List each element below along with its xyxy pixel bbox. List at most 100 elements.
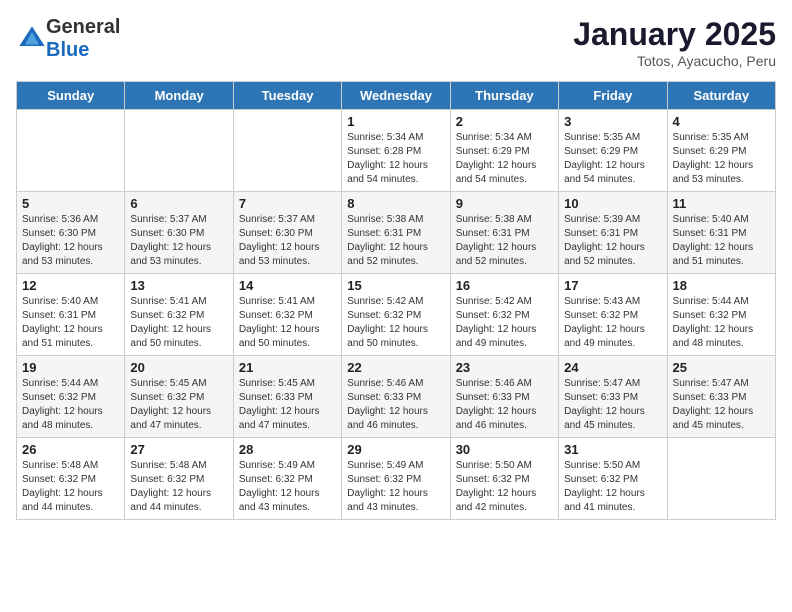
calendar-cell: 8 Sunrise: 5:38 AM Sunset: 6:31 PM Daylig… [342,192,450,274]
calendar-cell: 26 Sunrise: 5:48 AM Sunset: 6:32 PM Dayli… [17,438,125,520]
calendar-cell: 28 Sunrise: 5:49 AM Sunset: 6:32 PM Dayli… [233,438,341,520]
calendar-cell: 19Sunrise: 5:44 AM Sunset: 6:32 PM Dayli… [17,356,125,438]
day-number: 19 [22,360,119,375]
day-number: 27 [130,442,227,457]
calendar-cell: 5 Sunrise: 5:36 AM Sunset: 6:30 PM Daylig… [17,192,125,274]
day-info: Sunrise: 5:41 AM Sunset: 6:32 PM Dayligh… [239,295,336,351]
day-info: Sunrise: 5:44 AM Sunset: 6:32 PM Dayligh… [673,295,770,351]
calendar-cell [17,110,125,192]
day-number: 4 [673,114,770,129]
day-info: Sunrise: 5:39 AM Sunset: 6:31 PM Dayligh… [564,213,661,269]
calendar-cell: 9 Sunrise: 5:38 AM Sunset: 6:31 PM Daylig… [450,192,558,274]
calendar-cell: 17 Sunrise: 5:43 AM Sunset: 6:32 PM Dayli… [559,274,667,356]
day-number: 24 [564,360,661,375]
calendar-cell: 29 Sunrise: 5:49 AM Sunset: 6:32 PM Dayli… [342,438,450,520]
calendar-cell: 16 Sunrise: 5:42 AM Sunset: 6:32 PM Dayli… [450,274,558,356]
day-info: Sunrise: 5:42 AM Sunset: 6:32 PM Dayligh… [456,295,553,351]
day-info: Sunrise: 5:40 AM Sunset: 6:31 PM Dayligh… [22,295,119,351]
day-info: Sunrise: 5:47 AM Sunset: 6:33 PM Dayligh… [673,377,770,433]
day-number: 8 [347,196,444,211]
day-number: 25 [673,360,770,375]
day-number: 29 [347,442,444,457]
day-number: 16 [456,278,553,293]
calendar-cell: 14 Sunrise: 5:41 AM Sunset: 6:32 PM Dayli… [233,274,341,356]
day-info: Sunrise: 5:34 AM Sunset: 6:29 PM Dayligh… [456,131,553,187]
calendar-week-row: 1 Sunrise: 5:34 AM Sunset: 6:28 PM Daylig… [17,110,776,192]
day-number: 28 [239,442,336,457]
calendar-header: SundayMondayTuesdayWednesdayThursdayFrid… [17,82,776,110]
logo-blue: Blue [46,39,89,61]
calendar-cell: 31Sunrise: 5:50 AM Sunset: 6:32 PM Dayli… [559,438,667,520]
day-of-week-header: Monday [125,82,233,110]
day-info: Sunrise: 5:40 AM Sunset: 6:31 PM Dayligh… [673,213,770,269]
day-number: 11 [673,196,770,211]
calendar-cell: 15Sunrise: 5:42 AM Sunset: 6:32 PM Dayli… [342,274,450,356]
day-info: Sunrise: 5:36 AM Sunset: 6:30 PM Dayligh… [22,213,119,269]
day-number: 17 [564,278,661,293]
calendar-cell: 24Sunrise: 5:47 AM Sunset: 6:33 PM Dayli… [559,356,667,438]
page-header: General Blue January 2025 Totos, Ayacuch… [16,16,776,69]
day-of-week-header: Friday [559,82,667,110]
calendar-cell: 30Sunrise: 5:50 AM Sunset: 6:32 PM Dayli… [450,438,558,520]
day-info: Sunrise: 5:35 AM Sunset: 6:29 PM Dayligh… [673,131,770,187]
calendar-body: 1 Sunrise: 5:34 AM Sunset: 6:28 PM Daylig… [17,110,776,520]
calendar-cell [125,110,233,192]
day-number: 5 [22,196,119,211]
day-info: Sunrise: 5:45 AM Sunset: 6:32 PM Dayligh… [130,377,227,433]
calendar-week-row: 5 Sunrise: 5:36 AM Sunset: 6:30 PM Daylig… [17,192,776,274]
day-info: Sunrise: 5:43 AM Sunset: 6:32 PM Dayligh… [564,295,661,351]
day-info: Sunrise: 5:41 AM Sunset: 6:32 PM Dayligh… [130,295,227,351]
calendar-cell: 10 Sunrise: 5:39 AM Sunset: 6:31 PM Dayli… [559,192,667,274]
day-info: Sunrise: 5:48 AM Sunset: 6:32 PM Dayligh… [22,459,119,515]
calendar-cell: 4 Sunrise: 5:35 AM Sunset: 6:29 PM Daylig… [667,110,775,192]
days-of-week-row: SundayMondayTuesdayWednesdayThursdayFrid… [17,82,776,110]
calendar-cell: 7 Sunrise: 5:37 AM Sunset: 6:30 PM Daylig… [233,192,341,274]
day-number: 7 [239,196,336,211]
day-info: Sunrise: 5:34 AM Sunset: 6:28 PM Dayligh… [347,131,444,187]
calendar-cell [233,110,341,192]
day-info: Sunrise: 5:45 AM Sunset: 6:33 PM Dayligh… [239,377,336,433]
day-info: Sunrise: 5:48 AM Sunset: 6:32 PM Dayligh… [130,459,227,515]
location-subtitle: Totos, Ayacucho, Peru [573,53,776,69]
day-number: 31 [564,442,661,457]
logo-general: General [46,16,120,38]
day-number: 26 [22,442,119,457]
day-info: Sunrise: 5:49 AM Sunset: 6:32 PM Dayligh… [347,459,444,515]
day-number: 6 [130,196,227,211]
calendar-cell: 21Sunrise: 5:45 AM Sunset: 6:33 PM Dayli… [233,356,341,438]
calendar-cell: 2 Sunrise: 5:34 AM Sunset: 6:29 PM Daylig… [450,110,558,192]
day-info: Sunrise: 5:49 AM Sunset: 6:32 PM Dayligh… [239,459,336,515]
title-block: January 2025 Totos, Ayacucho, Peru [573,16,776,69]
calendar-cell: 11 Sunrise: 5:40 AM Sunset: 6:31 PM Dayli… [667,192,775,274]
day-number: 22 [347,360,444,375]
day-info: Sunrise: 5:38 AM Sunset: 6:31 PM Dayligh… [456,213,553,269]
calendar-cell: 13Sunrise: 5:41 AM Sunset: 6:32 PM Dayli… [125,274,233,356]
calendar-cell: 6 Sunrise: 5:37 AM Sunset: 6:30 PM Daylig… [125,192,233,274]
day-info: Sunrise: 5:38 AM Sunset: 6:31 PM Dayligh… [347,213,444,269]
calendar-cell: 25 Sunrise: 5:47 AM Sunset: 6:33 PM Dayli… [667,356,775,438]
day-number: 1 [347,114,444,129]
day-of-week-header: Thursday [450,82,558,110]
day-of-week-header: Sunday [17,82,125,110]
day-info: Sunrise: 5:35 AM Sunset: 6:29 PM Dayligh… [564,131,661,187]
day-number: 3 [564,114,661,129]
day-number: 12 [22,278,119,293]
day-number: 30 [456,442,553,457]
calendar-cell: 12 Sunrise: 5:40 AM Sunset: 6:31 PM Dayli… [17,274,125,356]
day-info: Sunrise: 5:42 AM Sunset: 6:32 PM Dayligh… [347,295,444,351]
day-of-week-header: Wednesday [342,82,450,110]
day-number: 10 [564,196,661,211]
calendar-cell: 22 Sunrise: 5:46 AM Sunset: 6:33 PM Dayli… [342,356,450,438]
calendar-cell: 20Sunrise: 5:45 AM Sunset: 6:32 PM Dayli… [125,356,233,438]
day-number: 9 [456,196,553,211]
calendar-cell [667,438,775,520]
calendar-cell: 1 Sunrise: 5:34 AM Sunset: 6:28 PM Daylig… [342,110,450,192]
day-info: Sunrise: 5:46 AM Sunset: 6:33 PM Dayligh… [347,377,444,433]
calendar-cell: 3 Sunrise: 5:35 AM Sunset: 6:29 PM Daylig… [559,110,667,192]
logo: General Blue [16,16,120,62]
day-info: Sunrise: 5:37 AM Sunset: 6:30 PM Dayligh… [130,213,227,269]
day-info: Sunrise: 5:37 AM Sunset: 6:30 PM Dayligh… [239,213,336,269]
calendar-cell: 18Sunrise: 5:44 AM Sunset: 6:32 PM Dayli… [667,274,775,356]
day-number: 14 [239,278,336,293]
day-number: 2 [456,114,553,129]
